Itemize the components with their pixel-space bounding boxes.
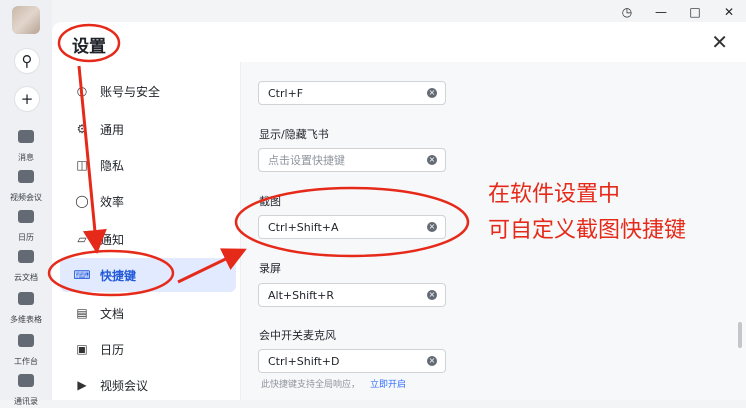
- arrow-to-screenshot-field: [177, 248, 247, 284]
- annotation-overlay: [47, 23, 470, 297]
- arrow-to-shortcuts: [77, 65, 107, 254]
- title-highlight-ring: [57, 23, 121, 63]
- shortcuts-highlight-ring: [47, 249, 175, 297]
- screenshot-field-highlight-ring: [234, 186, 470, 258]
